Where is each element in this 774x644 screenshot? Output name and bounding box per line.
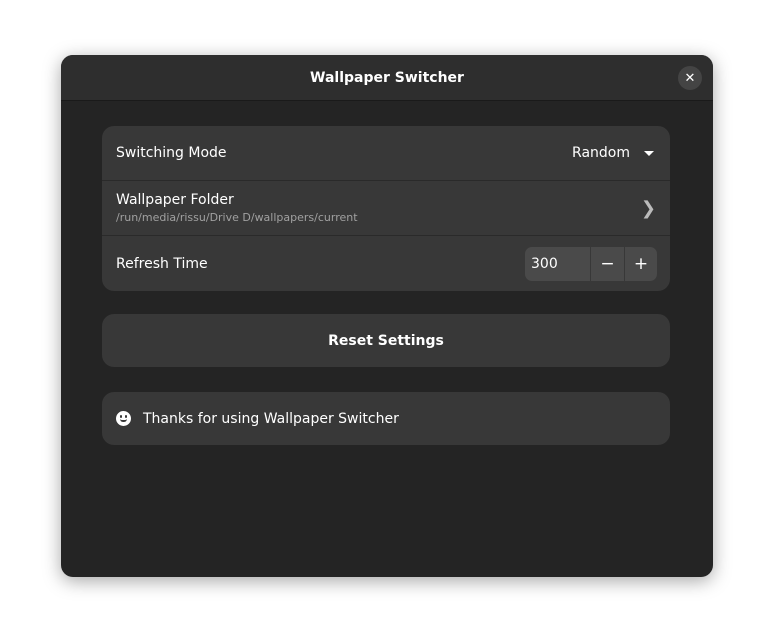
dropdown-arrow-icon bbox=[644, 150, 654, 156]
header-bar: Wallpaper Switcher ✕ bbox=[61, 55, 713, 101]
wallpaper-folder-label: Wallpaper Folder bbox=[116, 192, 234, 208]
wallpaper-folder-row[interactable]: Wallpaper Folder /run/media/rissu/Drive … bbox=[102, 181, 670, 236]
refresh-time-row: Refresh Time 300 − + bbox=[102, 236, 670, 291]
refresh-time-input[interactable]: 300 bbox=[525, 246, 591, 281]
switching-mode-label: Switching Mode bbox=[116, 145, 227, 161]
close-button[interactable]: ✕ bbox=[678, 66, 702, 90]
wallpaper-folder-path: /run/media/rissu/Drive D/wallpapers/curr… bbox=[116, 211, 358, 224]
app-window: Wallpaper Switcher ✕ Switching Mode Rand… bbox=[61, 55, 713, 577]
smiley-icon bbox=[116, 411, 131, 426]
thanks-banner: Thanks for using Wallpaper Switcher bbox=[102, 392, 670, 445]
thanks-message: Thanks for using Wallpaper Switcher bbox=[143, 410, 399, 427]
window-title: Wallpaper Switcher bbox=[310, 69, 464, 86]
settings-group: Switching Mode Random Wallpaper Folder /… bbox=[102, 126, 670, 291]
chevron-right-icon: ❯ bbox=[640, 197, 656, 219]
switching-mode-value: Random bbox=[572, 145, 630, 161]
refresh-time-label: Refresh Time bbox=[116, 255, 208, 272]
switching-mode-row[interactable]: Switching Mode Random bbox=[102, 126, 670, 181]
reset-settings-button[interactable]: Reset Settings bbox=[102, 314, 670, 367]
refresh-time-spinbutton: 300 − + bbox=[525, 246, 657, 281]
switching-mode-dropdown[interactable]: Random bbox=[572, 145, 656, 161]
close-icon: ✕ bbox=[684, 70, 696, 86]
increment-button[interactable]: + bbox=[624, 246, 657, 281]
decrement-button[interactable]: − bbox=[591, 247, 624, 281]
